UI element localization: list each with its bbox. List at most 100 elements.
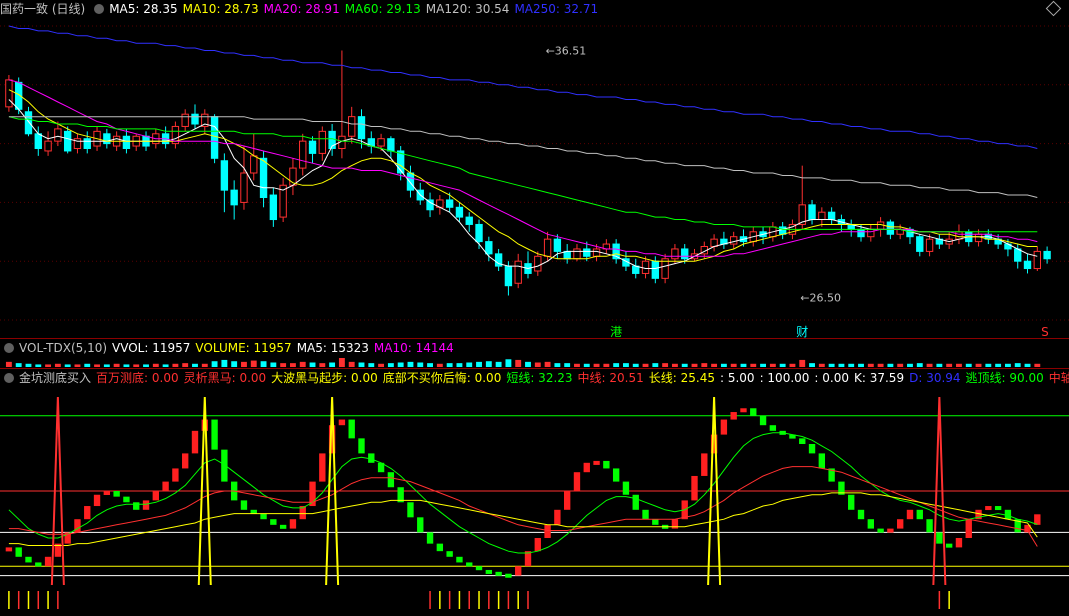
k-bar bbox=[182, 453, 189, 469]
volume-bar bbox=[358, 362, 365, 367]
k-bar bbox=[887, 528, 894, 533]
ma-control-icon[interactable] bbox=[94, 4, 105, 14]
k-bar bbox=[867, 519, 874, 529]
candle-body bbox=[269, 194, 278, 221]
candle-body bbox=[24, 111, 33, 135]
vol-legend-0: VVOL: 11957 bbox=[112, 341, 191, 355]
k-bar bbox=[387, 472, 395, 488]
k-bar bbox=[191, 430, 199, 454]
candle-body bbox=[514, 260, 522, 284]
candle-body bbox=[857, 228, 865, 238]
k-bar bbox=[740, 408, 747, 413]
k-bar bbox=[554, 509, 561, 525]
candle-body bbox=[632, 265, 640, 274]
k-bar bbox=[211, 419, 218, 450]
k-bar bbox=[926, 519, 933, 533]
k-bar bbox=[916, 509, 923, 520]
volume-bar bbox=[613, 363, 620, 367]
volume-bar bbox=[45, 364, 52, 367]
event-marker-gang: 港 bbox=[610, 325, 622, 338]
ma-legend-1: MA10: 28.73 bbox=[182, 2, 259, 16]
candle-body bbox=[876, 221, 885, 230]
volume-bar bbox=[192, 363, 198, 367]
k-bar bbox=[583, 462, 590, 473]
vol-legend-3: MA10: 14144 bbox=[373, 341, 454, 355]
indicator-header: 金坑测底买入 百万测底: 0.00 灵析黑马: 0.00 大波黑马起步: 0.00 底部… bbox=[0, 369, 1069, 387]
volume-chart bbox=[5, 358, 1041, 367]
volume-bar bbox=[877, 363, 884, 367]
volume-bar bbox=[329, 362, 336, 367]
volume-bar bbox=[466, 362, 473, 367]
ma-line-ma120 bbox=[8, 116, 1038, 198]
candle-body bbox=[122, 135, 131, 149]
k-bar bbox=[906, 509, 914, 520]
k-bar bbox=[573, 472, 581, 491]
volume-bar bbox=[583, 363, 590, 367]
candle-body bbox=[974, 233, 983, 243]
k-bar bbox=[5, 547, 13, 552]
candle-body bbox=[916, 236, 924, 252]
k-bar bbox=[113, 491, 120, 497]
candle-body bbox=[641, 260, 650, 274]
k-bar bbox=[808, 444, 816, 454]
volume-bar bbox=[867, 363, 874, 367]
k-bar bbox=[936, 532, 943, 544]
event-marker-s: S bbox=[1041, 325, 1049, 338]
volume-bar bbox=[515, 359, 522, 367]
volume-bar bbox=[946, 363, 953, 367]
vol-legend-2: MA5: 15323 bbox=[296, 341, 369, 355]
candle-body bbox=[191, 113, 199, 125]
candle-body bbox=[534, 255, 542, 272]
volume-bar bbox=[525, 361, 531, 367]
volume-bar bbox=[975, 363, 982, 367]
volume-bar bbox=[848, 363, 855, 367]
ma-legend-5: MA250: 32.71 bbox=[514, 2, 599, 16]
candle-body bbox=[44, 140, 52, 152]
ind-legend-2: 大波黑马起步: 0.00 bbox=[271, 371, 378, 385]
candle-body bbox=[377, 138, 385, 147]
volume-bar bbox=[25, 363, 32, 367]
volume-bar bbox=[162, 364, 169, 367]
ind-legend-1: 灵析黑马: 0.00 bbox=[183, 371, 267, 385]
stock-title: 国药一致 (日线) bbox=[0, 2, 86, 16]
k-bar bbox=[221, 449, 228, 482]
volume-bar bbox=[750, 363, 757, 367]
vol-control-icon[interactable] bbox=[4, 343, 14, 353]
ind-legend-0: 百万测底: 0.00 bbox=[96, 371, 179, 385]
candle-body bbox=[318, 130, 327, 154]
volume-bar bbox=[828, 363, 835, 367]
volume-bar bbox=[485, 361, 492, 367]
k-bar bbox=[446, 551, 453, 557]
k-bar bbox=[240, 500, 248, 510]
volume-bar bbox=[495, 361, 502, 367]
k-bar bbox=[84, 506, 91, 520]
volume-bar bbox=[916, 363, 923, 367]
candle-body bbox=[808, 204, 816, 221]
volume-bar bbox=[603, 363, 610, 367]
k-bar bbox=[544, 524, 551, 538]
candle-body bbox=[553, 238, 562, 252]
volume-bar bbox=[652, 363, 659, 367]
k-bar bbox=[877, 528, 884, 533]
volume-bar bbox=[711, 363, 718, 367]
volume-bar bbox=[760, 363, 767, 367]
volume-bar bbox=[348, 361, 355, 367]
volume-bar bbox=[270, 362, 277, 367]
candle-body bbox=[592, 248, 601, 257]
volume-bar bbox=[319, 363, 326, 367]
candle-body bbox=[710, 238, 718, 247]
volume-bar bbox=[838, 363, 845, 367]
volume-bar bbox=[671, 363, 678, 367]
candle-body bbox=[465, 216, 473, 225]
volume-bar bbox=[417, 362, 424, 367]
candle-body bbox=[181, 113, 189, 127]
event-marker-cai: 财 bbox=[796, 325, 808, 338]
ind-control-icon[interactable] bbox=[4, 373, 14, 383]
candle-body bbox=[5, 79, 13, 108]
volume-bar bbox=[260, 361, 267, 367]
candle-body bbox=[250, 155, 258, 174]
k-bar bbox=[897, 519, 904, 529]
volume-bar bbox=[936, 363, 943, 367]
k-bar bbox=[759, 415, 767, 426]
k-bar bbox=[44, 556, 52, 567]
